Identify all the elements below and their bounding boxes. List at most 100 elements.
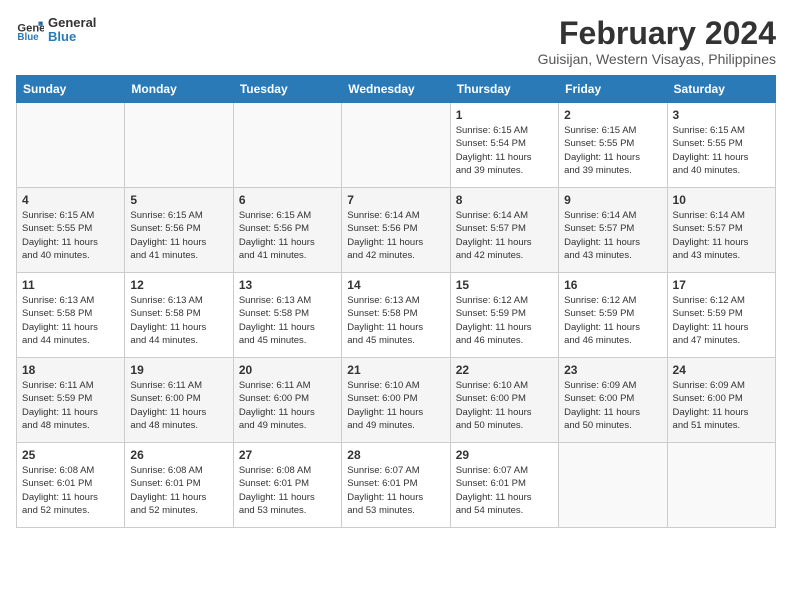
calendar-cell: 22Sunrise: 6:10 AM Sunset: 6:00 PM Dayli…: [450, 358, 558, 443]
day-number: 2: [564, 108, 661, 122]
day-number: 12: [130, 278, 227, 292]
day-info: Sunrise: 6:14 AM Sunset: 5:57 PM Dayligh…: [564, 209, 661, 262]
day-number: 25: [22, 448, 119, 462]
day-info: Sunrise: 6:13 AM Sunset: 5:58 PM Dayligh…: [239, 294, 336, 347]
day-info: Sunrise: 6:14 AM Sunset: 5:57 PM Dayligh…: [673, 209, 770, 262]
day-number: 8: [456, 193, 553, 207]
day-info: Sunrise: 6:14 AM Sunset: 5:56 PM Dayligh…: [347, 209, 444, 262]
day-info: Sunrise: 6:10 AM Sunset: 6:00 PM Dayligh…: [456, 379, 553, 432]
day-info: Sunrise: 6:09 AM Sunset: 6:00 PM Dayligh…: [673, 379, 770, 432]
day-info: Sunrise: 6:15 AM Sunset: 5:56 PM Dayligh…: [130, 209, 227, 262]
day-number: 7: [347, 193, 444, 207]
day-number: 29: [456, 448, 553, 462]
calendar-week-row: 25 Sunrise: 6:08 AM Sunset: 6:01 PM Dayli…: [17, 443, 776, 528]
day-number: 4: [22, 193, 119, 207]
day-info: Sunrise: 6:07 AM Sunset: 6:01 PM Dayligh…: [456, 464, 553, 517]
calendar-week-row: 4 Sunrise: 6:15 AM Sunset: 5:55 PM Daylig…: [17, 188, 776, 273]
page-subtitle: Guisijan, Western Visayas, Philippines: [538, 51, 776, 67]
day-number: 19: [130, 363, 227, 377]
day-info: Sunrise: 6:08 AM Sunset: 6:01 PM Dayligh…: [239, 464, 336, 517]
svg-text:Blue: Blue: [17, 32, 39, 43]
day-number: 13: [239, 278, 336, 292]
calendar-cell: 16 Sunrise: 6:12 AM Sunset: 5:59 PM Dayli…: [559, 273, 667, 358]
calendar-cell: [125, 103, 233, 188]
calendar-cell: 10 Sunrise: 6:14 AM Sunset: 5:57 PM Dayli…: [667, 188, 775, 273]
calendar-body: 1 Sunrise: 6:15 AM Sunset: 5:54 PM Daylig…: [17, 103, 776, 528]
calendar-table: SundayMondayTuesdayWednesdayThursdayFrid…: [16, 75, 776, 528]
day-info: Sunrise: 6:15 AM Sunset: 5:54 PM Dayligh…: [456, 124, 553, 177]
calendar-cell: 23Sunrise: 6:09 AM Sunset: 6:00 PM Dayli…: [559, 358, 667, 443]
page-title: February 2024: [538, 16, 776, 51]
day-number: 6: [239, 193, 336, 207]
calendar-cell: 17 Sunrise: 6:12 AM Sunset: 5:59 PM Dayli…: [667, 273, 775, 358]
day-info: Sunrise: 6:15 AM Sunset: 5:55 PM Dayligh…: [22, 209, 119, 262]
calendar-cell: 1 Sunrise: 6:15 AM Sunset: 5:54 PM Daylig…: [450, 103, 558, 188]
logo-icon: General Blue: [16, 16, 44, 44]
calendar-header-row: SundayMondayTuesdayWednesdayThursdayFrid…: [17, 76, 776, 103]
calendar-cell: 15 Sunrise: 6:12 AM Sunset: 5:59 PM Dayli…: [450, 273, 558, 358]
calendar-cell: [342, 103, 450, 188]
day-info: Sunrise: 6:12 AM Sunset: 5:59 PM Dayligh…: [456, 294, 553, 347]
day-number: 15: [456, 278, 553, 292]
day-number: 10: [673, 193, 770, 207]
day-number: 26: [130, 448, 227, 462]
day-info: Sunrise: 6:07 AM Sunset: 6:01 PM Dayligh…: [347, 464, 444, 517]
day-number: 14: [347, 278, 444, 292]
day-number: 24: [673, 363, 770, 377]
calendar-cell: 19 Sunrise: 6:11 AM Sunset: 6:00 PM Dayli…: [125, 358, 233, 443]
calendar-cell: 5 Sunrise: 6:15 AM Sunset: 5:56 PM Daylig…: [125, 188, 233, 273]
calendar-cell: 25 Sunrise: 6:08 AM Sunset: 6:01 PM Dayli…: [17, 443, 125, 528]
day-number: 9: [564, 193, 661, 207]
logo-text-general: General: [48, 16, 96, 30]
calendar-cell: 11Sunrise: 6:13 AM Sunset: 5:58 PM Dayli…: [17, 273, 125, 358]
calendar-cell: [559, 443, 667, 528]
calendar-cell: 8Sunrise: 6:14 AM Sunset: 5:57 PM Daylig…: [450, 188, 558, 273]
day-header-tuesday: Tuesday: [233, 76, 341, 103]
day-number: 28: [347, 448, 444, 462]
day-number: 3: [673, 108, 770, 122]
calendar-cell: 13 Sunrise: 6:13 AM Sunset: 5:58 PM Dayli…: [233, 273, 341, 358]
day-info: Sunrise: 6:12 AM Sunset: 5:59 PM Dayligh…: [564, 294, 661, 347]
day-header-friday: Friday: [559, 76, 667, 103]
day-header-saturday: Saturday: [667, 76, 775, 103]
page-header: General Blue General Blue February 2024 …: [16, 16, 776, 67]
day-info: Sunrise: 6:12 AM Sunset: 5:59 PM Dayligh…: [673, 294, 770, 347]
calendar-cell: 29 Sunrise: 6:07 AM Sunset: 6:01 PM Dayli…: [450, 443, 558, 528]
day-number: 18: [22, 363, 119, 377]
calendar-cell: 26 Sunrise: 6:08 AM Sunset: 6:01 PM Dayli…: [125, 443, 233, 528]
day-info: Sunrise: 6:13 AM Sunset: 5:58 PM Dayligh…: [347, 294, 444, 347]
calendar-week-row: 18Sunrise: 6:11 AM Sunset: 5:59 PM Dayli…: [17, 358, 776, 443]
day-number: 5: [130, 193, 227, 207]
day-info: Sunrise: 6:08 AM Sunset: 6:01 PM Dayligh…: [130, 464, 227, 517]
calendar-cell: 28 Sunrise: 6:07 AM Sunset: 6:01 PM Dayli…: [342, 443, 450, 528]
day-info: Sunrise: 6:15 AM Sunset: 5:56 PM Dayligh…: [239, 209, 336, 262]
day-number: 11: [22, 278, 119, 292]
logo: General Blue General Blue: [16, 16, 96, 45]
calendar-cell: 2Sunrise: 6:15 AM Sunset: 5:55 PM Daylig…: [559, 103, 667, 188]
calendar-week-row: 11 Sunrise: 6:13 AM Sunset: 5:58 PM Dayli…: [17, 273, 776, 358]
logo-text-blue: Blue: [48, 30, 96, 44]
day-header-sunday: Sunday: [17, 76, 125, 103]
day-number: 17: [673, 278, 770, 292]
day-number: 16: [564, 278, 661, 292]
calendar-cell: 9 Sunrise: 6:14 AM Sunset: 5:57 PM Daylig…: [559, 188, 667, 273]
calendar-cell: 4 Sunrise: 6:15 AM Sunset: 5:55 PM Daylig…: [17, 188, 125, 273]
calendar-cell: 20Sunrise: 6:11 AM Sunset: 6:00 PM Dayli…: [233, 358, 341, 443]
day-info: Sunrise: 6:08 AM Sunset: 6:01 PM Dayligh…: [22, 464, 119, 517]
calendar-cell: [17, 103, 125, 188]
day-number: 1: [456, 108, 553, 122]
day-header-wednesday: Wednesday: [342, 76, 450, 103]
calendar-cell: 7 Sunrise: 6:14 AM Sunset: 5:56 PM Daylig…: [342, 188, 450, 273]
day-info: Sunrise: 6:09 AM Sunset: 6:00 PM Dayligh…: [564, 379, 661, 432]
calendar-cell: 18Sunrise: 6:11 AM Sunset: 5:59 PM Dayli…: [17, 358, 125, 443]
day-info: Sunrise: 6:10 AM Sunset: 6:00 PM Dayligh…: [347, 379, 444, 432]
day-info: Sunrise: 6:13 AM Sunset: 5:58 PM Dayligh…: [130, 294, 227, 347]
day-header-thursday: Thursday: [450, 76, 558, 103]
day-info: Sunrise: 6:15 AM Sunset: 5:55 PM Dayligh…: [673, 124, 770, 177]
day-info: Sunrise: 6:11 AM Sunset: 6:00 PM Dayligh…: [130, 379, 227, 432]
day-number: 27: [239, 448, 336, 462]
calendar-cell: 6 Sunrise: 6:15 AM Sunset: 5:56 PM Daylig…: [233, 188, 341, 273]
title-section: February 2024 Guisijan, Western Visayas,…: [538, 16, 776, 67]
calendar-cell: 24 Sunrise: 6:09 AM Sunset: 6:00 PM Dayli…: [667, 358, 775, 443]
calendar-cell: [233, 103, 341, 188]
